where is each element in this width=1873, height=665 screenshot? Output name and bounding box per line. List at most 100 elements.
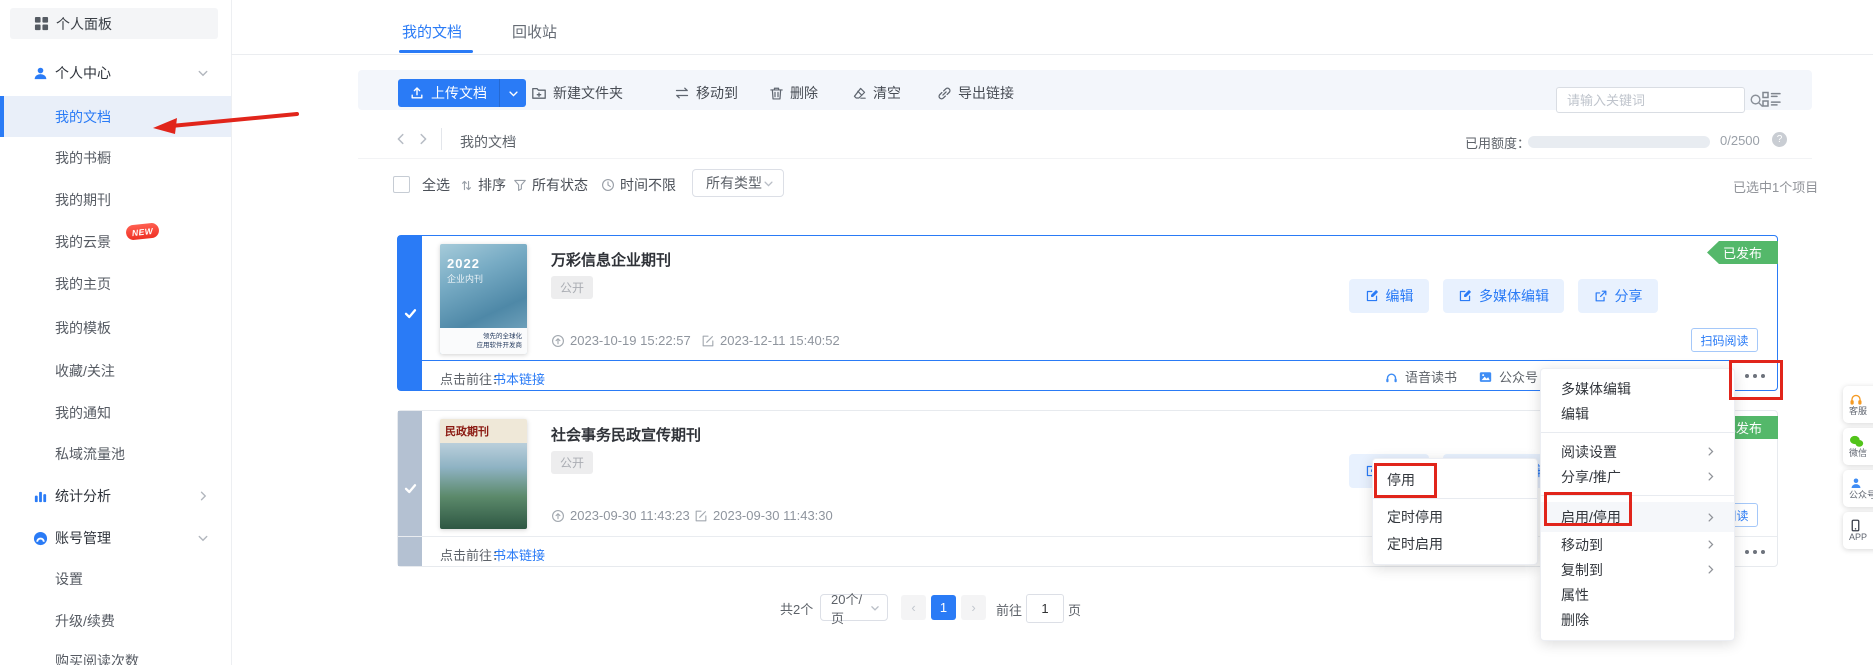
clear-button[interactable]: 清空 (852, 82, 901, 104)
prev-page-button[interactable]: ‹ (901, 595, 926, 620)
customer-service-widget[interactable]: 客服 (1843, 386, 1873, 423)
new-folder-label: 新建文件夹 (553, 83, 623, 103)
sidebar-item-buy-reads[interactable]: 购买阅读次数 (0, 651, 231, 665)
share-button[interactable]: 分享 (1578, 279, 1658, 313)
menu-item-media-edit[interactable]: 多媒体编辑 (1541, 376, 1734, 401)
help-icon[interactable]: ? (1772, 132, 1787, 147)
folder-plus-icon (531, 85, 547, 101)
sidebar-item-my-templates[interactable]: 我的模板 (0, 318, 231, 338)
document-thumbnail[interactable]: 2022 企业内刊 领先的全球化 应用软件开发商 (440, 244, 527, 354)
sidebar-item-dashboard[interactable]: 个人面板 (10, 8, 218, 39)
person-icon (33, 66, 48, 81)
bar-chart-icon (33, 489, 48, 504)
sidebar-item-favorites[interactable]: 收藏/关注 (0, 361, 231, 381)
wechat-widget[interactable]: 微信 (1843, 428, 1873, 465)
upload-document-button[interactable]: 上传文档 (398, 79, 526, 107)
menu-item-copy-to[interactable]: 复制到 (1541, 557, 1734, 582)
more-actions-button[interactable] (1745, 550, 1765, 554)
dashboard-grid-icon (34, 16, 49, 31)
document-title[interactable]: 万彩信息企业期刊 (551, 249, 671, 270)
active-indicator-bar (0, 96, 4, 137)
chevron-right-icon (1705, 512, 1716, 523)
sidebar-item-notifications[interactable]: 我的通知 (0, 403, 231, 423)
upload-dropdown-toggle[interactable] (499, 79, 526, 107)
book-link[interactable]: 书本链接 (493, 545, 545, 564)
sidebar-group-account[interactable]: 账号管理 (0, 528, 231, 548)
document-title[interactable]: 社会事务民政宣传期刊 (551, 424, 701, 445)
sidebar-item-upgrade[interactable]: 升级/续费 (0, 611, 231, 631)
select-all-label[interactable]: 全选 (422, 176, 450, 194)
nav-back-icon[interactable] (394, 131, 408, 147)
link-icon (937, 86, 952, 101)
sidebar-item-my-journals[interactable]: 我的期刊 (0, 190, 231, 210)
sidebar-group-personal-center[interactable]: 个人中心 (0, 63, 231, 83)
edit-time-icon (701, 334, 715, 348)
voice-reading-button[interactable]: 语音读书 (1384, 367, 1457, 386)
sidebar-group-label: 账号管理 (55, 528, 111, 548)
headset-icon (1849, 393, 1863, 406)
tab-my-documents[interactable]: 我的文档 (402, 21, 462, 42)
type-filter-select[interactable]: 所有类型 (692, 169, 784, 197)
chevron-down-icon (870, 603, 880, 613)
menu-item-edit[interactable]: 编辑 (1541, 401, 1734, 426)
sidebar: 个人面板 个人中心 我的文档 我的书橱 我的期刊 我的云景 NEW 我的主页 我… (0, 0, 232, 665)
pencil-icon (1365, 289, 1379, 303)
sidebar-item-settings[interactable]: 设置 (0, 569, 231, 589)
status-badge: 已发布 (1707, 241, 1778, 264)
sort-control[interactable]: 排序 (460, 176, 506, 194)
sidebar-item-my-cloudview[interactable]: 我的云景 (0, 232, 231, 252)
status-filter[interactable]: 所有状态 (513, 176, 588, 194)
sidebar-item-private-traffic[interactable]: 私域流量池 (0, 444, 231, 464)
wechat-official-button[interactable]: 公众号 (1478, 367, 1538, 386)
app-widget[interactable]: APP (1843, 512, 1873, 549)
edit-time-icon (694, 509, 708, 523)
eraser-icon (852, 86, 867, 101)
qr-read-button[interactable]: 扫码阅读 (1691, 328, 1758, 352)
menu-divider (1541, 495, 1734, 496)
next-page-button[interactable]: › (961, 595, 986, 620)
more-actions-button[interactable] (1745, 374, 1765, 378)
delete-button[interactable]: 删除 (769, 82, 818, 104)
menu-item-scheduled-disable[interactable]: 定时停用 (1373, 503, 1537, 530)
sidebar-group-statistics[interactable]: 统计分析 (0, 486, 231, 506)
breadcrumb[interactable]: 我的文档 (460, 132, 516, 152)
upload-label: 上传文档 (431, 83, 487, 103)
export-link-button[interactable]: 导出链接 (937, 82, 1014, 104)
official-account-widget[interactable]: 公众号 (1843, 470, 1873, 507)
selected-count-info: 已选中1个项目 (1733, 177, 1818, 196)
page-number-button[interactable]: 1 (931, 595, 956, 620)
breadcrumb-divider-line (358, 158, 1812, 159)
select-all-checkbox[interactable] (393, 176, 410, 193)
page-size-select[interactable]: 20个/页 (820, 594, 888, 621)
menu-item-move-to[interactable]: 移动到 (1541, 532, 1734, 557)
view-mode-toggle-icon[interactable] (1762, 91, 1781, 108)
menu-item-disable[interactable]: 停用 (1373, 466, 1537, 494)
trash-icon (769, 86, 784, 101)
image-icon (1478, 370, 1493, 384)
menu-item-scheduled-enable[interactable]: 定时启用 (1373, 530, 1537, 557)
media-edit-button[interactable]: 多媒体编辑 (1443, 279, 1564, 313)
chevron-right-icon (1705, 446, 1716, 457)
menu-item-properties[interactable]: 属性 (1541, 582, 1734, 607)
book-link[interactable]: 书本链接 (493, 369, 545, 388)
cover-photo (440, 443, 527, 529)
sidebar-item-my-documents[interactable]: 我的文档 (0, 96, 231, 137)
time-filter[interactable]: 时间不限 (601, 176, 676, 194)
menu-item-share-promote[interactable]: 分享/推广 (1541, 464, 1734, 489)
menu-item-enable-disable[interactable]: 启用/停用 (1541, 502, 1734, 532)
tab-recycle-bin[interactable]: 回收站 (512, 21, 557, 42)
edit-button[interactable]: 编辑 (1349, 279, 1429, 313)
new-folder-button[interactable]: 新建文件夹 (531, 82, 623, 104)
created-timestamp: 2023-09-30 11:43:23 (551, 508, 690, 523)
menu-item-read-settings[interactable]: 阅读设置 (1541, 439, 1734, 464)
document-thumbnail[interactable]: 民政期刊 (440, 419, 527, 529)
goto-page-input[interactable] (1026, 594, 1064, 623)
move-to-button[interactable]: 移动到 (674, 82, 738, 104)
search-input[interactable] (1557, 93, 1749, 108)
sidebar-item-my-bookshelf[interactable]: 我的书橱 (0, 148, 231, 168)
headphones-icon (1384, 370, 1399, 384)
sidebar-item-my-homepage[interactable]: 我的主页 (0, 274, 231, 294)
nav-forward-icon[interactable] (416, 131, 430, 147)
swap-arrows-icon (674, 85, 690, 101)
menu-item-delete[interactable]: 删除 (1541, 607, 1734, 632)
